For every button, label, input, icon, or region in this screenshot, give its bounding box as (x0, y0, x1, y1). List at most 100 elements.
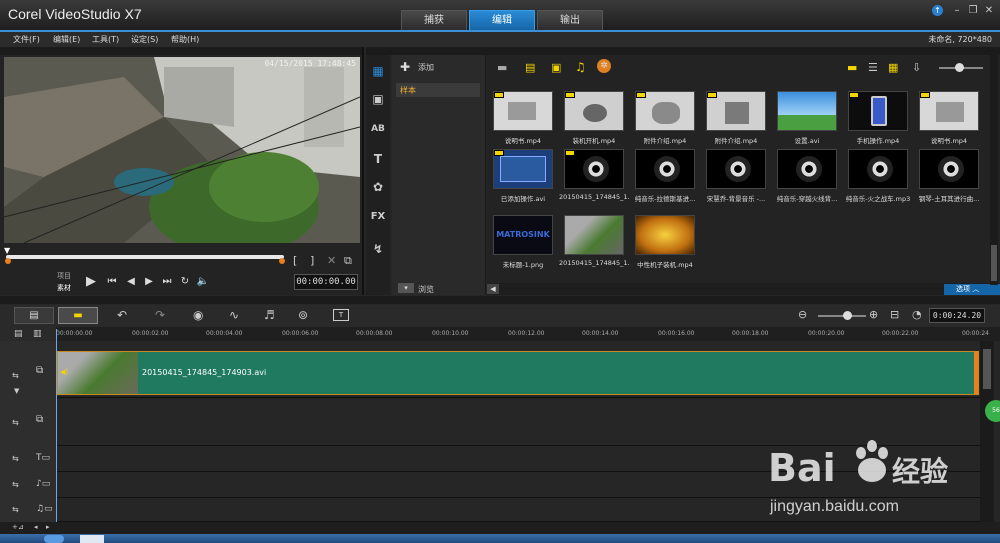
menu-help[interactable]: 帮助(H) (171, 34, 199, 45)
track-lock-icon[interactable]: ⇆ (12, 505, 19, 514)
menu-file[interactable]: 文件(F) (13, 34, 40, 45)
trim-start-handle[interactable] (5, 258, 11, 264)
mode-project[interactable]: 项目 (57, 271, 71, 281)
tab-output[interactable]: 输出 (537, 10, 603, 30)
item-label: 设置.avi (794, 137, 820, 145)
library-scrollbar[interactable] (990, 55, 998, 285)
filter-online-icon[interactable]: ✲ (597, 59, 611, 73)
timeline-view-icon[interactable]: ▬ (58, 307, 98, 324)
overlay-track-header: ⇆ ⧉ (0, 398, 56, 446)
add-icon[interactable]: ✚ (400, 60, 410, 74)
home-icon[interactable]: ⏮ (105, 275, 119, 289)
timeline-scrollbar[interactable] (980, 341, 994, 526)
sound-mixer-icon[interactable]: ∿ (229, 308, 239, 322)
track-lock-icon[interactable]: ⇆ (12, 454, 19, 463)
undo-icon[interactable]: ↶ (117, 308, 127, 322)
player-panel: 04/15/2015 17:48:45 ▼ [ ] ✕ ⧉ 项目 素材 ▶ ⏮ … (0, 47, 364, 295)
scrub-bar[interactable] (6, 255, 284, 259)
track-manager-icon[interactable]: ▤ (14, 329, 23, 339)
video-track-icon[interactable]: ⧉ (36, 365, 43, 376)
mark-in-button[interactable]: [ (293, 254, 297, 267)
filter-icon[interactable]: FX (366, 205, 390, 229)
filter-audio-icon[interactable]: ♫ (575, 60, 586, 74)
voice-track-icon[interactable]: ♪▭ (36, 479, 50, 489)
motion-tracking-icon[interactable]: ⊚ (298, 308, 308, 322)
menu-tools[interactable]: 工具(T) (92, 34, 119, 45)
taskbar-app-icon[interactable] (80, 535, 104, 543)
zoom-out-icon[interactable]: ⊖ (798, 308, 807, 321)
options-button[interactable]: 选项 ︿ (944, 284, 1000, 295)
title-track-icon[interactable]: T▭ (36, 453, 50, 463)
add-folder-button[interactable]: 添加 (418, 62, 434, 73)
volume-icon[interactable]: 🔈 (196, 275, 210, 289)
record-capture-icon[interactable]: ◉ (193, 308, 203, 322)
track-expand-icon[interactable]: ▼ (14, 387, 19, 395)
ruler-tick: 00:00:20.00 (808, 330, 845, 337)
view-thumbnail-icon[interactable]: ▬ (847, 61, 857, 74)
sort-icon[interactable]: ⇩ (912, 61, 921, 74)
enlarge-icon[interactable]: ⧉ (344, 254, 352, 268)
clip-end-handle[interactable] (974, 352, 978, 394)
filter-video-icon[interactable]: ▤ (525, 61, 535, 74)
subtitle-editor-icon[interactable]: T (333, 309, 349, 321)
instant-project-icon[interactable]: ▣ (366, 87, 390, 111)
tab-edit[interactable]: 编辑 (469, 10, 535, 30)
redo-icon[interactable]: ↷ (155, 308, 165, 322)
media-icon[interactable]: ▦ (366, 59, 390, 83)
chapter-icon[interactable]: ▥ (33, 329, 42, 339)
fit-project-icon[interactable]: ⊟ (890, 308, 899, 321)
music-track-icon[interactable]: ♫▭ (36, 504, 53, 514)
end-icon[interactable]: ⏭ (160, 275, 174, 289)
path-icon[interactable]: ↯ (366, 237, 390, 261)
help-icon[interactable]: ↑ (932, 5, 943, 16)
ripple-edit-icon[interactable]: ⇆ (12, 371, 19, 380)
play-icon[interactable]: ▶ (84, 275, 98, 289)
tab-capture[interactable]: 捕获 (401, 10, 467, 30)
storyboard-view-icon[interactable]: ▤ (14, 307, 54, 324)
zoom-slider[interactable] (818, 315, 866, 317)
scroll-left-icon[interactable]: ◂ (34, 523, 38, 531)
add-track-icon[interactable]: +⊿ (12, 523, 24, 531)
trim-end-handle[interactable] (279, 258, 285, 264)
repeat-icon[interactable]: ↻ (178, 275, 192, 289)
title-icon[interactable]: T (366, 147, 390, 171)
next-frame-icon[interactable]: ▶ (142, 275, 156, 289)
minimize-icon[interactable]: – (950, 4, 964, 18)
mode-clip[interactable]: 素材 (57, 283, 71, 293)
overlay-track-icon[interactable]: ⧉ (36, 414, 43, 425)
graphic-icon[interactable]: ✿ (366, 175, 390, 199)
zoom-in-icon[interactable]: ⊕ (869, 308, 878, 321)
view-list-icon[interactable]: ☰ (868, 61, 878, 74)
taskbar-start-icon[interactable] (44, 535, 64, 543)
filter-photo-icon[interactable]: ▣ (551, 61, 561, 74)
zoom-handle[interactable] (843, 311, 852, 320)
auto-music-icon[interactable]: ♬ (264, 308, 275, 322)
close-icon[interactable]: ✕ (982, 4, 996, 18)
timeline-clip[interactable]: ◀) 20150415_174845_174903.avi (57, 351, 979, 395)
browse-button[interactable]: 浏览 (418, 284, 434, 295)
view-grid-icon[interactable]: ▦ (888, 61, 898, 74)
time-ruler[interactable]: 00:00:00.00 00:00:02.00 00:00:04.00 00:0… (56, 327, 1000, 341)
transition-icon[interactable]: AB (366, 117, 390, 141)
category-item-sample[interactable]: 样本 (396, 83, 480, 97)
menu-settings[interactable]: 设定(S) (131, 34, 158, 45)
ruler-tick: 00:00:16.00 (658, 330, 695, 337)
folder-icon[interactable]: ▬ (497, 61, 507, 74)
scrub-marker-icon[interactable]: ▼ (4, 247, 12, 255)
prev-frame-icon[interactable]: ◀ (124, 275, 138, 289)
mark-out-button[interactable]: ] (310, 254, 314, 267)
thumb-size-handle[interactable] (955, 63, 964, 72)
library-footer (487, 283, 1000, 295)
track-lock-icon[interactable]: ⇆ (12, 480, 19, 489)
scroll-right-icon[interactable]: ▸ (46, 523, 50, 531)
track-lock-icon[interactable]: ⇆ (12, 418, 19, 427)
cut-icon[interactable]: ✕ (327, 254, 336, 267)
collapse-icon[interactable]: ◀ (487, 284, 499, 294)
playhead[interactable] (56, 329, 57, 522)
menu-edit[interactable]: 编辑(E) (53, 34, 80, 45)
tag-icon (920, 92, 930, 98)
floating-badge-icon[interactable]: 56 (985, 400, 1000, 422)
restore-icon[interactable]: ❐ (966, 4, 980, 18)
browse-icon[interactable]: ▾ (398, 283, 414, 293)
timecode-field[interactable]: 00:00:00.00 (294, 274, 358, 290)
